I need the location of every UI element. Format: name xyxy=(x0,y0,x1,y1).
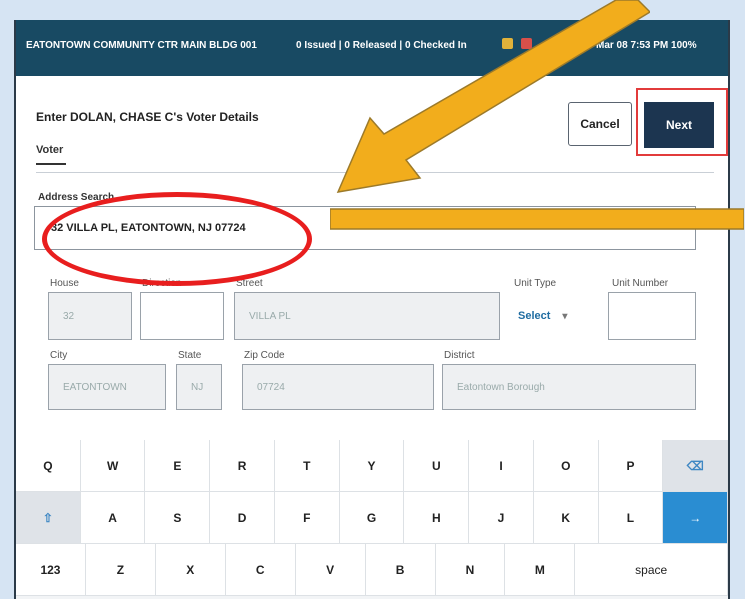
city-value: EATONTOWN xyxy=(63,381,127,393)
unit-type-value: Select xyxy=(518,310,551,322)
tab-voter[interactable]: Voter xyxy=(36,144,63,156)
address-search-input[interactable] xyxy=(34,206,696,250)
key-t[interactable]: T xyxy=(274,440,340,492)
unit-type-select[interactable]: Select ▾ xyxy=(506,292,588,340)
state-value: NJ xyxy=(191,381,204,393)
space-key[interactable]: space xyxy=(575,544,728,596)
shift-icon[interactable]: ⇧ xyxy=(16,492,81,544)
key-n[interactable]: N xyxy=(435,544,506,596)
district-label: District xyxy=(444,350,475,361)
zip-value: 07724 xyxy=(257,381,285,393)
enter-arrow-icon[interactable]: → xyxy=(663,492,728,544)
key-u[interactable]: U xyxy=(404,440,470,492)
chevron-down-icon: ▾ xyxy=(562,310,568,322)
key-123[interactable]: 123 xyxy=(16,544,86,596)
key-r[interactable]: R xyxy=(210,440,275,492)
app-window: EATONTOWN COMMUNITY CTR MAIN BLDG 001 0 … xyxy=(14,20,730,599)
street-field[interactable]: VILLA PL xyxy=(234,292,500,340)
key-y[interactable]: Y xyxy=(339,440,405,492)
key-x[interactable]: X xyxy=(155,544,226,596)
key-i[interactable]: I xyxy=(469,440,534,492)
page-title: Enter DOLAN, CHASE C's Voter Details xyxy=(36,110,259,124)
status-bar: EATONTOWN COMMUNITY CTR MAIN BLDG 001 0 … xyxy=(16,20,728,76)
key-z[interactable]: Z xyxy=(85,544,156,596)
key-g[interactable]: G xyxy=(339,492,405,544)
street-value: VILLA PL xyxy=(249,310,291,322)
next-button[interactable]: Next xyxy=(644,102,714,148)
state-label: State xyxy=(178,350,202,361)
house-field[interactable]: 32 xyxy=(48,292,132,340)
keyboard-row-3: 123 Z X C V B N M space xyxy=(16,544,728,596)
keyboard-row-2: ⇧ A S D F G H J K L → xyxy=(16,492,728,544)
key-o[interactable]: O xyxy=(533,440,599,492)
key-c[interactable]: C xyxy=(225,544,296,596)
direction-field[interactable] xyxy=(140,292,224,340)
key-b[interactable]: B xyxy=(365,544,436,596)
divider xyxy=(36,172,714,173)
key-e[interactable]: E xyxy=(145,440,211,492)
clock-label: Mar 08 7:53 PM 100% xyxy=(596,40,697,51)
tab-indicator xyxy=(36,163,66,165)
key-d[interactable]: D xyxy=(210,492,275,544)
key-v[interactable]: V xyxy=(295,544,366,596)
backspace-icon[interactable]: ⌫ xyxy=(663,440,728,492)
key-k[interactable]: K xyxy=(533,492,599,544)
key-l[interactable]: L xyxy=(598,492,664,544)
district-value: Eatontown Borough xyxy=(457,381,545,393)
key-h[interactable]: H xyxy=(404,492,470,544)
location-label: EATONTOWN COMMUNITY CTR MAIN BLDG 001 xyxy=(26,40,257,51)
key-f[interactable]: F xyxy=(274,492,340,544)
address-search-label: Address Search xyxy=(38,192,115,203)
unit-number-field[interactable] xyxy=(608,292,696,340)
key-w[interactable]: W xyxy=(80,440,146,492)
direction-label: Direction xyxy=(142,278,182,289)
key-q[interactable]: Q xyxy=(16,440,81,492)
key-p[interactable]: P xyxy=(598,440,664,492)
ballot-status: 0 Issued | 0 Released | 0 Checked In xyxy=(296,40,467,51)
key-m[interactable]: M xyxy=(505,544,576,596)
cancel-button[interactable]: Cancel xyxy=(568,102,632,146)
street-label: Street xyxy=(236,278,263,289)
key-a[interactable]: A xyxy=(80,492,146,544)
unit-type-label: Unit Type xyxy=(514,278,557,289)
on-screen-keyboard: Q W E R T Y U I O P ⌫ ⇧ A S D F G H J K … xyxy=(16,440,728,599)
key-j[interactable]: J xyxy=(469,492,534,544)
district-field[interactable]: Eatontown Borough xyxy=(442,364,696,410)
unit-number-label: Unit Number xyxy=(612,278,669,289)
city-label: City xyxy=(50,350,68,361)
zip-field[interactable]: 07724 xyxy=(242,364,434,410)
alert-icon[interactable] xyxy=(521,38,532,49)
state-field[interactable]: NJ xyxy=(176,364,222,410)
zip-label: Zip Code xyxy=(244,350,285,361)
keyboard-row-1: Q W E R T Y U I O P ⌫ xyxy=(16,440,728,492)
house-value: 32 xyxy=(63,310,75,322)
house-label: House xyxy=(50,278,79,289)
city-field[interactable]: EATONTOWN xyxy=(48,364,166,410)
notification-icon[interactable] xyxy=(502,38,513,49)
key-s[interactable]: S xyxy=(145,492,211,544)
